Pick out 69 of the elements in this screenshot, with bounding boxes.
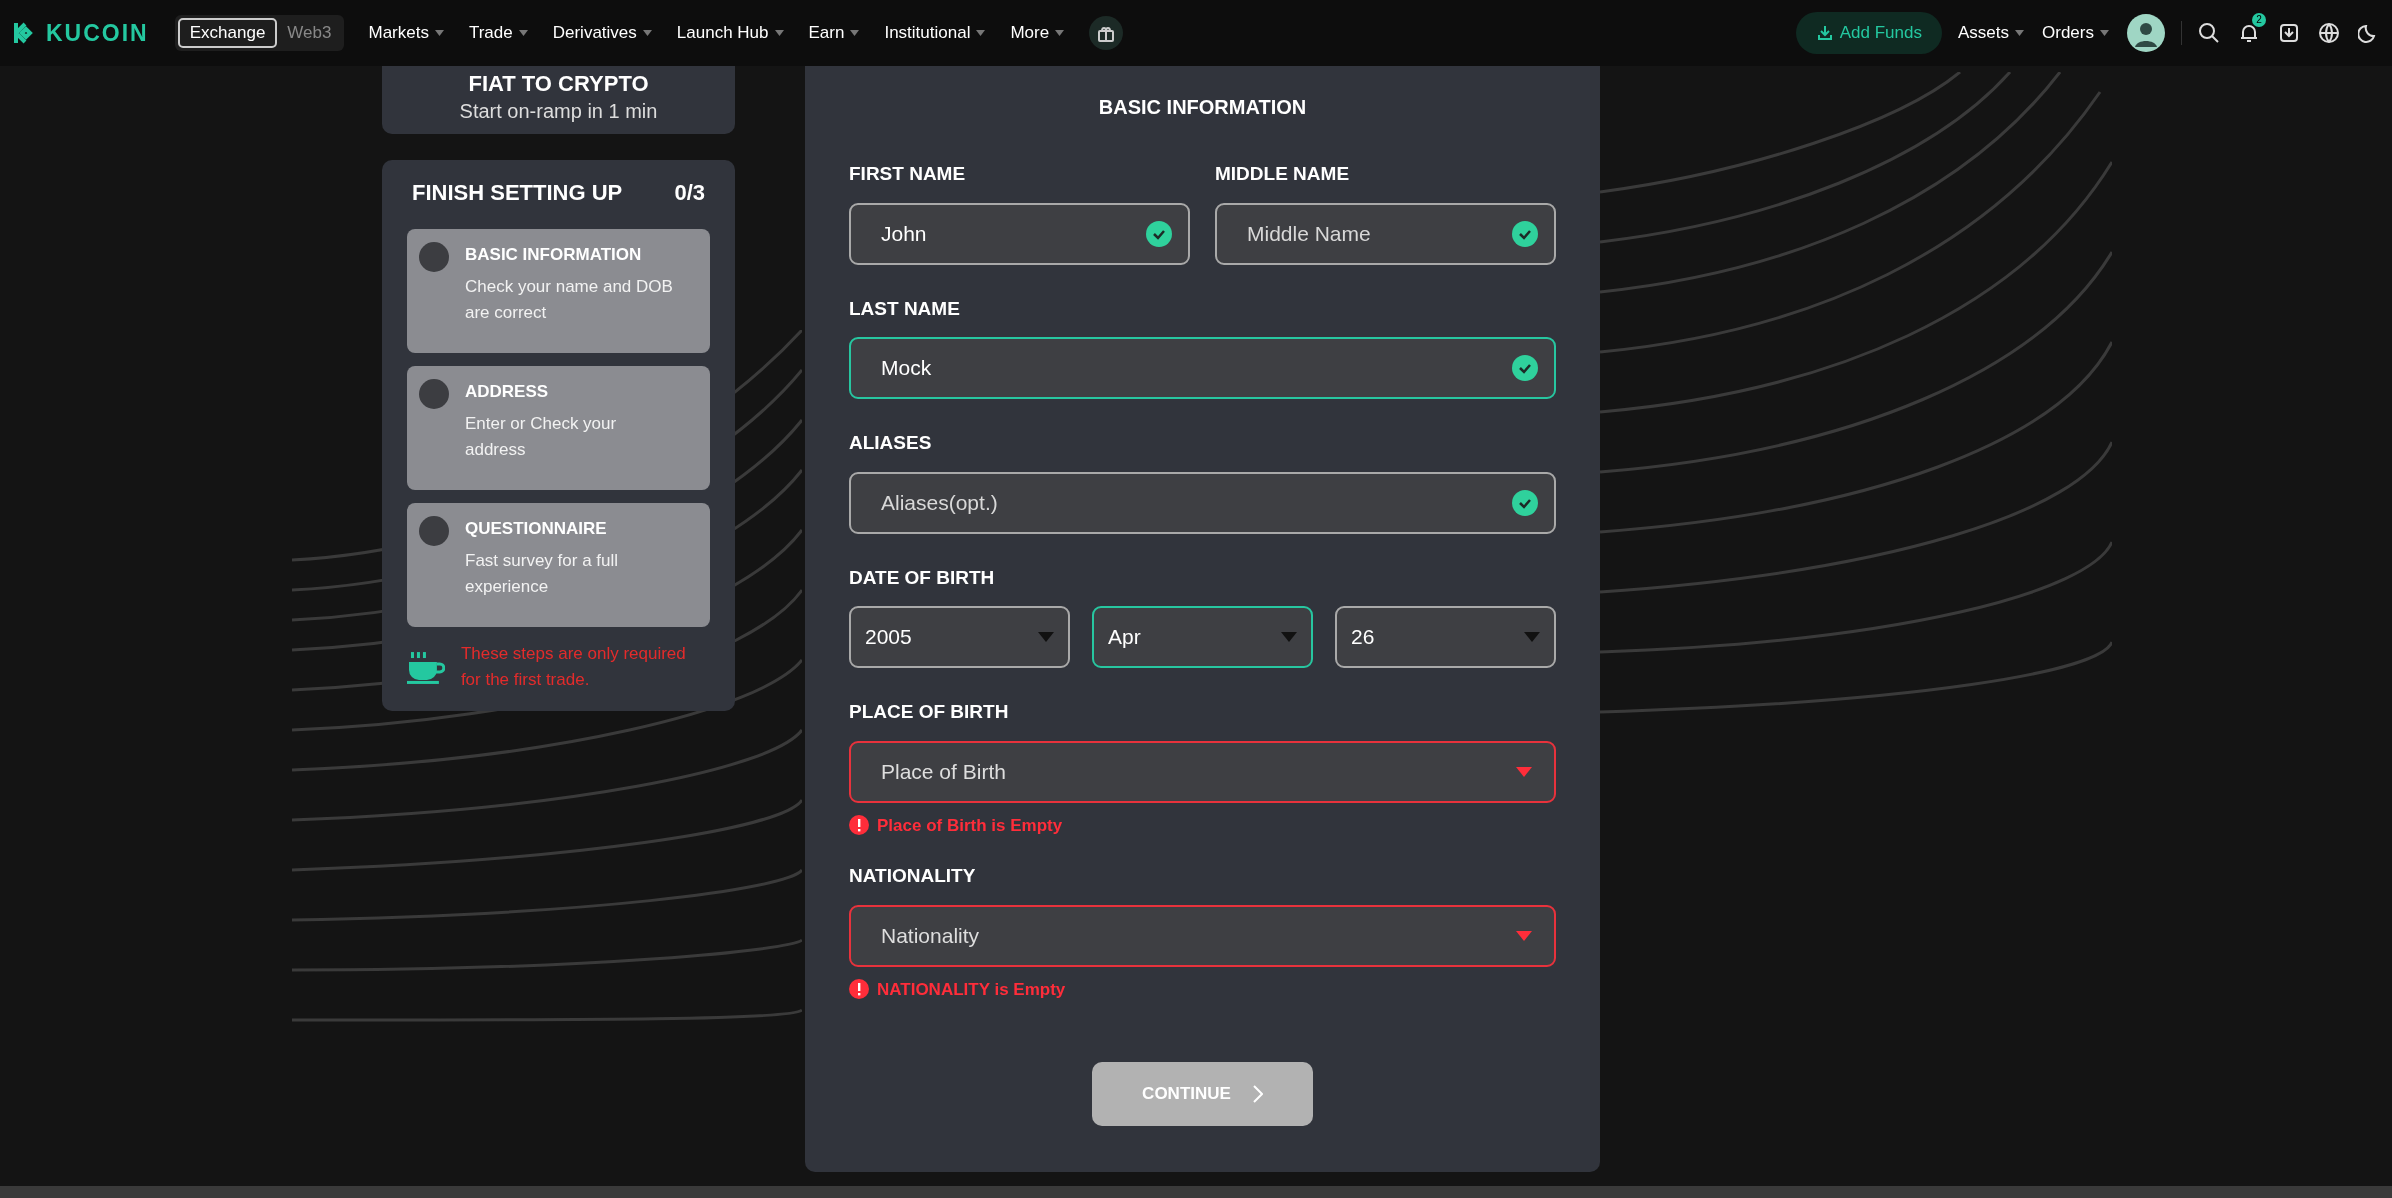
error-icon bbox=[849, 815, 869, 836]
select-field[interactable]: Place of Birth bbox=[849, 740, 1556, 803]
globe-icon[interactable] bbox=[2318, 22, 2340, 44]
step-title: BASIC INFORMATION bbox=[465, 244, 643, 266]
step-description: Check your name and DOB are correct bbox=[465, 275, 674, 324]
text-field[interactable]: Mock bbox=[849, 337, 1556, 399]
select-field[interactable]: Nationality bbox=[849, 904, 1556, 967]
logo-text[interactable]: KUCOIN bbox=[46, 15, 149, 51]
nav-menu-item[interactable]: Assets bbox=[1958, 20, 2025, 46]
select-field[interactable]: 2005 bbox=[849, 606, 1070, 668]
dropdown-caret-icon bbox=[1281, 632, 1297, 642]
caret-icon bbox=[976, 30, 986, 36]
form-title: BASIC INFORMATION bbox=[1097, 95, 1308, 120]
field-label: MIDDLE NAME bbox=[1215, 162, 1351, 186]
search-icon[interactable] bbox=[2198, 22, 2220, 44]
step-description: Fast survey for a full experience bbox=[465, 549, 620, 598]
caret-icon bbox=[774, 30, 784, 36]
error-message: Place of Birth is Empty bbox=[877, 814, 1063, 837]
nav-menu-item[interactable]: More bbox=[1010, 20, 1065, 46]
dropdown-caret-icon bbox=[1524, 632, 1540, 642]
nav-menu-item[interactable]: Markets bbox=[368, 20, 444, 46]
caret-icon bbox=[642, 30, 652, 36]
field-label: ALIASES bbox=[849, 431, 933, 455]
caret-icon bbox=[518, 30, 528, 36]
coffee-cup-icon bbox=[407, 650, 445, 684]
step-title: QUESTIONNAIRE bbox=[465, 518, 608, 540]
field-label: NATIONALITY bbox=[849, 864, 977, 888]
field-label: PLACE OF BIRTH bbox=[849, 700, 1010, 724]
chevron-right-icon bbox=[1252, 1085, 1263, 1103]
step-title: ADDRESS bbox=[465, 381, 550, 403]
notification-badge: 2 bbox=[2252, 13, 2266, 27]
add-funds-button[interactable]: Add Funds bbox=[1795, 12, 1942, 54]
mode-tab[interactable]: Exchange bbox=[177, 18, 278, 48]
setup-title: FINISH SETTING UP bbox=[412, 179, 623, 207]
step-description: Enter or Check your address bbox=[465, 412, 618, 461]
nav-menu-item[interactable]: Trade bbox=[468, 20, 528, 46]
promo-card[interactable]: FIAT TO CRYPTO Start on-ramp in 1 min bbox=[382, 66, 735, 134]
setup-note: These steps are only required for the first trade. bbox=[460, 643, 687, 691]
nav-menu-item[interactable]: Derivatives bbox=[552, 20, 652, 46]
caret-icon bbox=[2100, 30, 2109, 36]
mode-tab[interactable]: Web3 bbox=[277, 18, 342, 48]
text-field[interactable]: Aliases(opt.) bbox=[849, 471, 1556, 534]
field-label: LAST NAME bbox=[849, 296, 961, 321]
text-field[interactable]: Middle Name bbox=[1215, 202, 1556, 265]
download-icon[interactable] bbox=[2278, 22, 2300, 44]
caret-icon bbox=[434, 30, 444, 36]
caret-icon bbox=[850, 30, 860, 36]
caret-icon bbox=[2015, 30, 2025, 36]
field-label: FIRST NAME bbox=[849, 162, 967, 186]
error-icon bbox=[849, 979, 869, 1000]
nav-menu-item[interactable]: Launch Hub bbox=[676, 20, 784, 46]
download-icon bbox=[1815, 24, 1834, 42]
caret-icon bbox=[1055, 30, 1065, 36]
text-field[interactable]: John bbox=[849, 202, 1190, 265]
error-message: NATIONALITY is Empty bbox=[877, 978, 1066, 1001]
promo-subtitle: Start on-ramp in 1 min bbox=[459, 99, 658, 124]
gift-icon[interactable] bbox=[1089, 16, 1124, 50]
promo-title: FIAT TO CRYPTO bbox=[468, 72, 649, 96]
select-field[interactable]: 26 bbox=[1335, 606, 1556, 668]
avatar[interactable] bbox=[2127, 14, 2165, 52]
nav-menu-item[interactable]: Orders bbox=[2042, 20, 2109, 46]
nav-menu-item[interactable]: Earn bbox=[808, 20, 860, 46]
dropdown-caret-icon bbox=[1038, 632, 1054, 642]
dropdown-caret-icon bbox=[1516, 930, 1532, 941]
dropdown-caret-icon bbox=[1516, 766, 1532, 777]
field-label: DATE OF BIRTH bbox=[849, 565, 996, 590]
notification-icon[interactable] bbox=[2238, 22, 2260, 44]
select-field[interactable]: Apr bbox=[1092, 606, 1313, 668]
nav-menu-item[interactable]: Institutional bbox=[884, 20, 986, 46]
